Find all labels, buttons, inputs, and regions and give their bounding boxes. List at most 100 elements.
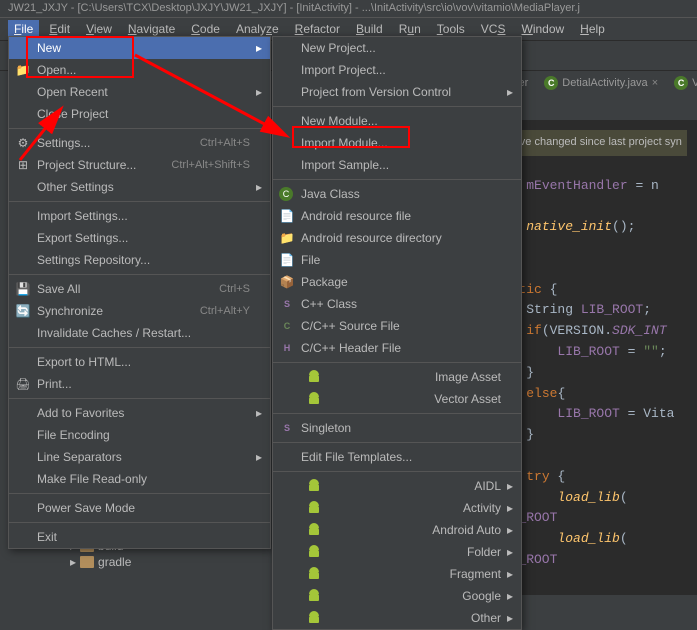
menu-item-settings[interactable]: ⚙ Settings... Ctrl+Alt+S (9, 132, 270, 154)
menu-item-c-header[interactable]: H C/C++ Header File (273, 337, 521, 359)
arrow-right-icon: ▸ (256, 180, 262, 194)
menu-item-open-recent[interactable]: Open Recent ▸ (9, 81, 270, 103)
menu-separator (273, 362, 521, 363)
menu-item-folder[interactable]: Folder ▸ (273, 541, 521, 563)
menu-item-import-sample[interactable]: Import Sample... (273, 154, 521, 176)
menu-item-exit[interactable]: Exit (9, 526, 270, 548)
arrow-right-icon: ▸ (507, 611, 513, 625)
menu-item-google[interactable]: Google ▸ (273, 585, 521, 607)
menu-separator (273, 442, 521, 443)
menu-item-encoding[interactable]: File Encoding (9, 424, 270, 446)
menu-item-android-res-dir[interactable]: 📁 Android resource directory (273, 227, 521, 249)
menu-item-import-settings[interactable]: Import Settings... (9, 205, 270, 227)
code-line: LIB_ROOT = Vita (495, 404, 687, 425)
arrow-right-icon: ▸ (256, 450, 262, 464)
menu-separator (9, 522, 270, 523)
menu-help[interactable]: Help (574, 20, 611, 38)
close-icon[interactable]: × (652, 77, 658, 89)
android-icon (307, 479, 321, 493)
menu-item-other-settings[interactable]: Other Settings ▸ (9, 176, 270, 198)
menu-item-file[interactable]: 📄 File (273, 249, 521, 271)
class-icon: C (674, 76, 688, 90)
menu-item-favorites[interactable]: Add to Favorites ▸ (9, 402, 270, 424)
folder-icon (80, 556, 94, 568)
android-icon (307, 501, 321, 515)
code-line: } (495, 425, 687, 446)
tree-item[interactable]: ▸ gradle (60, 554, 218, 570)
menu-item-readonly[interactable]: Make File Read-only (9, 468, 270, 490)
title-bar: JW21_JXJY - [C:\Users\TCX\Desktop\JXJY\J… (0, 0, 697, 18)
menu-item-close-project[interactable]: Close Project (9, 103, 270, 125)
c-source-icon: C (279, 318, 295, 334)
menu-item-image-asset[interactable]: Image Asset (273, 366, 521, 388)
arrow-right-icon: ▸ (507, 545, 513, 559)
code-line: LIB_ROOT = ""; (495, 342, 687, 363)
tab-detail[interactable]: C DetialActivity.java × (538, 74, 664, 92)
menu-window[interactable]: Window (515, 20, 570, 38)
arrow-right-icon: ▸ (256, 85, 262, 99)
menu-separator (9, 493, 270, 494)
menu-item-print[interactable]: 🖨 Print... (9, 373, 270, 395)
menu-item-new-module[interactable]: New Module... (273, 110, 521, 132)
menu-item-open[interactable]: 📁 Open... (9, 59, 270, 81)
android-icon (307, 523, 321, 537)
menu-item-java-class[interactable]: C Java Class (273, 183, 521, 205)
package-icon: 📦 (279, 274, 295, 290)
menu-item-package[interactable]: 📦 Package (273, 271, 521, 293)
code-line: } (495, 238, 687, 259)
menu-item-android-res-file[interactable]: 📄 Android resource file (273, 205, 521, 227)
menu-item-vector-asset[interactable]: Vector Asset (273, 388, 521, 410)
menu-item-project-structure[interactable]: ⊞ Project Structure... Ctrl+Alt+Shift+S (9, 154, 270, 176)
menu-item-cpp-class[interactable]: S C++ Class (273, 293, 521, 315)
code-line: native_init(); (495, 217, 687, 238)
menu-separator (9, 347, 270, 348)
android-icon (307, 370, 321, 384)
menu-separator (273, 413, 521, 414)
menu-item-import-project[interactable]: Import Project... (273, 59, 521, 81)
menu-item-new[interactable]: New ▸ (9, 37, 270, 59)
code-line: mEventHandler = n (495, 176, 687, 197)
sync-icon: 🔄 (15, 303, 31, 319)
file-dropdown: New ▸ 📁 Open... Open Recent ▸ Close Proj… (8, 36, 271, 549)
menu-separator (273, 471, 521, 472)
menu-item-save-all[interactable]: 💾 Save All Ctrl+S (9, 278, 270, 300)
code-line: static { (495, 280, 687, 301)
code-line: load_lib( LIB_ROOT (495, 488, 687, 530)
arrow-right-icon: ▸ (507, 501, 513, 515)
gear-icon: ⚙ (15, 135, 31, 151)
folder-icon: 📁 (15, 62, 31, 78)
menu-item-c-source[interactable]: C C/C++ Source File (273, 315, 521, 337)
menu-item-other[interactable]: Other ▸ (273, 607, 521, 629)
print-icon: 🖨 (15, 376, 31, 392)
menu-separator (9, 201, 270, 202)
menu-item-new-project[interactable]: New Project... (273, 37, 521, 59)
menu-item-edit-templates[interactable]: Edit File Templates... (273, 446, 521, 468)
arrow-right-icon: ▸ (507, 523, 513, 537)
c-header-icon: H (279, 340, 295, 356)
arrow-right-icon: ▸ (507, 567, 513, 581)
menu-item-export-settings[interactable]: Export Settings... (9, 227, 270, 249)
menu-item-singleton[interactable]: S Singleton (273, 417, 521, 439)
menu-item-settings-repo[interactable]: Settings Repository... (9, 249, 270, 271)
menu-item-power-save[interactable]: Power Save Mode (9, 497, 270, 519)
menu-item-synchronize[interactable]: 🔄 Synchronize Ctrl+Alt+Y (9, 300, 270, 322)
menu-item-android-auto[interactable]: Android Auto ▸ (273, 519, 521, 541)
menu-item-export-html[interactable]: Export to HTML... (9, 351, 270, 373)
menu-item-import-module[interactable]: Import Module... (273, 132, 521, 154)
new-dropdown: New Project... Import Project... Project… (272, 36, 522, 630)
menu-item-project-vc[interactable]: Project from Version Control ▸ (273, 81, 521, 103)
menu-item-activity[interactable]: Activity ▸ (273, 497, 521, 519)
code-line: String LIB_ROOT; (495, 300, 687, 321)
code-line: } (495, 363, 687, 384)
menu-separator (9, 274, 270, 275)
code-line: else{ (495, 384, 687, 405)
menu-item-aidl[interactable]: AIDL ▸ (273, 475, 521, 497)
tab-video[interactable]: C VideoView.j (668, 74, 697, 92)
menu-separator (9, 398, 270, 399)
menu-item-invalidate[interactable]: Invalidate Caches / Restart... (9, 322, 270, 344)
menu-item-line-sep[interactable]: Line Separators ▸ (9, 446, 270, 468)
code-line: try { (495, 467, 687, 488)
menu-separator (273, 179, 521, 180)
android-icon (307, 611, 321, 625)
menu-item-fragment[interactable]: Fragment ▸ (273, 563, 521, 585)
